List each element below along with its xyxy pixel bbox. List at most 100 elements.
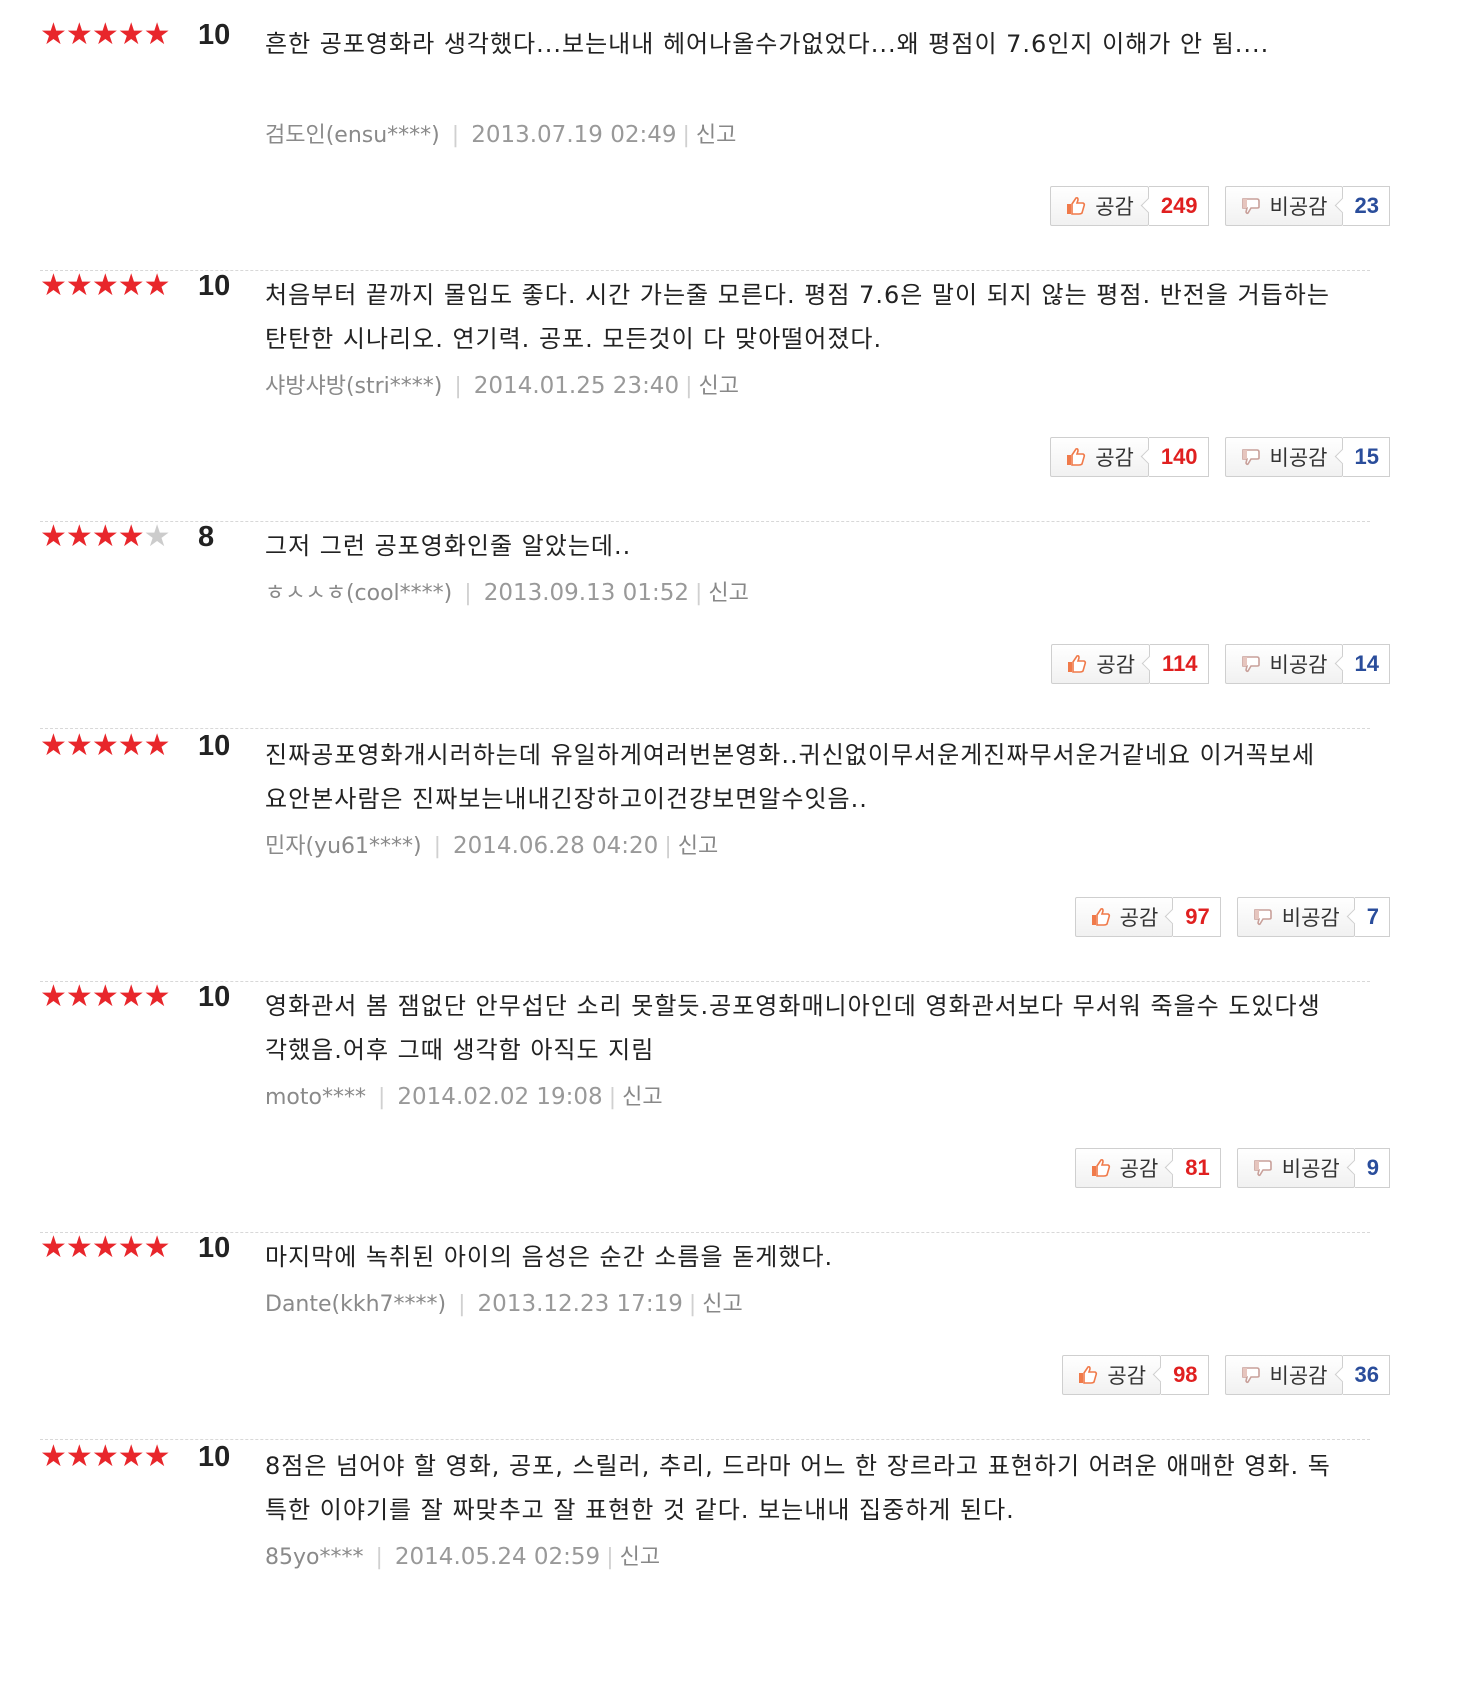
review-meta: 민자(yu61****) | 2014.06.28 04:20 | 신고 — [265, 831, 718, 862]
star-rating: ★★★★★ — [40, 728, 171, 763]
nonsympathy-button[interactable]: 비공감 — [1236, 897, 1355, 937]
reviewer-name[interactable]: Dante(kkh7****) — [265, 1292, 446, 1317]
sympathy-count: 98 — [1161, 1355, 1209, 1395]
star-filled-icon: ★ — [143, 979, 171, 1014]
star-filled-icon: ★ — [117, 979, 145, 1014]
star-filled-icon: ★ — [65, 268, 93, 303]
review-text: 처음부터 끝까지 몰입도 좋다. 시간 가는줄 모른다. 평점 7.6은 말이 … — [265, 281, 1330, 353]
nonsympathy-button[interactable]: 비공감 — [1224, 437, 1343, 477]
sympathy-button[interactable]: 공감 — [1074, 1148, 1174, 1188]
review-text: 8점은 넘어야 할 영화, 공포, 스릴러, 추리, 드라마 어느 한 장르라고… — [265, 1452, 1331, 1524]
review-meta: 샤방샤방(stri****) | 2014.01.25 23:40 | 신고 — [265, 371, 739, 402]
thumbs-up-icon — [1065, 195, 1087, 217]
report-link[interactable]: 신고 — [702, 1292, 742, 1317]
divider-bar: | — [685, 374, 693, 399]
star-filled-icon: ★ — [40, 1230, 67, 1265]
sympathy-label: 공감 — [1107, 1364, 1147, 1388]
star-filled-icon: ★ — [117, 519, 145, 554]
review-item: ★★★★★ 10 진짜공포영화개시러하는데 유일하게여러번본영화..귀신없이무서운게… — [0, 711, 1470, 982]
rating-score: 10 — [198, 19, 231, 51]
sympathy-button[interactable]: 공감 — [1051, 644, 1151, 684]
rating-score: 10 — [198, 1232, 231, 1264]
nonsympathy-button[interactable]: 비공감 — [1224, 644, 1343, 684]
divider-bar: | — [451, 123, 460, 148]
star-filled-icon: ★ — [117, 268, 145, 303]
sympathy-label: 공감 — [1119, 1157, 1159, 1181]
star-filled-icon: ★ — [117, 1439, 145, 1474]
sympathy-button[interactable]: 공감 — [1062, 1355, 1162, 1395]
reviewer-name[interactable]: ㅎㅅㅅㅎ(cool****) — [265, 581, 452, 606]
reviewer-name[interactable]: 샤방샤방(stri****) — [265, 374, 442, 399]
report-link[interactable]: 신고 — [708, 581, 748, 606]
nonsympathy-label: 비공감 — [1269, 1364, 1328, 1388]
sympathy-count: 97 — [1173, 897, 1221, 937]
divider-bar: | — [606, 1545, 614, 1570]
thumbs-up-icon — [1077, 1364, 1099, 1386]
review-meta: 검도인(ensu****) | 2013.07.19 02:49 | 신고 — [265, 120, 736, 151]
vote-buttons: 공감 97 비공감 7 — [1074, 897, 1390, 937]
star-filled-icon: ★ — [91, 1230, 119, 1265]
report-link[interactable]: 신고 — [678, 834, 718, 859]
nonsympathy-button[interactable]: 비공감 — [1224, 186, 1343, 226]
review-date: 2014.06.28 04:20 — [453, 833, 659, 859]
nonsympathy-button[interactable]: 비공감 — [1236, 1148, 1355, 1188]
review-date: 2014.05.24 02:59 — [394, 1544, 601, 1570]
nonsympathy-count: 36 — [1342, 1355, 1390, 1395]
divider-bar: | — [664, 834, 672, 859]
sympathy-count: 249 — [1148, 186, 1209, 226]
nonsympathy-button[interactable]: 비공감 — [1224, 1355, 1343, 1395]
vote-buttons: 공감 140 비공감 15 — [1050, 437, 1390, 477]
star-filled-icon: ★ — [91, 519, 119, 554]
star-filled-icon: ★ — [65, 1439, 93, 1474]
star-filled-icon: ★ — [65, 979, 93, 1014]
sympathy-button[interactable]: 공감 — [1050, 186, 1149, 226]
nonsympathy-label: 비공감 — [1269, 446, 1328, 470]
star-filled-icon: ★ — [65, 728, 93, 763]
divider-bar: | — [688, 1292, 697, 1317]
nonsympathy-count: 9 — [1354, 1148, 1390, 1188]
reviewer-name[interactable]: 검도인(ensu****) — [265, 123, 440, 148]
rating-score: 10 — [198, 270, 231, 302]
nonsympathy-count: 14 — [1342, 644, 1390, 684]
star-empty-icon: ★ — [143, 519, 171, 554]
nonsympathy-label: 비공감 — [1269, 195, 1328, 219]
report-link[interactable]: 신고 — [696, 123, 736, 148]
star-rating: ★★★★★ — [40, 979, 171, 1014]
report-link[interactable]: 신고 — [620, 1545, 660, 1570]
sympathy-button[interactable]: 공감 — [1050, 437, 1149, 477]
star-filled-icon: ★ — [143, 1230, 171, 1265]
reviewer-name[interactable]: 민자(yu61****) — [265, 834, 422, 859]
thumbs-up-icon — [1090, 906, 1112, 928]
star-filled-icon: ★ — [40, 268, 67, 303]
sympathy-button[interactable]: 공감 — [1074, 897, 1174, 937]
thumbs-up-icon — [1090, 1157, 1112, 1179]
star-filled-icon: ★ — [40, 979, 67, 1014]
divider-bar: | — [608, 1085, 617, 1110]
divider-bar: | — [454, 374, 462, 399]
star-filled-icon: ★ — [65, 519, 93, 554]
sympathy-count: 114 — [1150, 644, 1209, 684]
thumbs-down-icon — [1252, 1157, 1274, 1179]
review-date: 2013.09.13 01:52 — [483, 580, 689, 606]
reviewer-name[interactable]: moto**** — [265, 1085, 366, 1110]
reviewer-name[interactable]: 85yo**** — [265, 1545, 363, 1570]
review-meta: ㅎㅅㅅㅎ(cool****) | 2013.09.13 01:52 | 신고 — [265, 578, 749, 609]
star-filled-icon: ★ — [40, 17, 67, 52]
review-text: 흔한 공포영화라 생각했다...보는내내 헤어나올수가없었다...왜 평점이 7… — [265, 30, 1270, 58]
star-rating: ★★★★★ — [40, 268, 171, 303]
report-link[interactable]: 신고 — [622, 1085, 662, 1110]
rating-score: 10 — [198, 730, 231, 762]
vote-buttons: 공감 114 비공감 14 — [1051, 644, 1390, 684]
sympathy-label: 공감 — [1095, 446, 1134, 470]
star-filled-icon: ★ — [65, 1230, 93, 1265]
divider-bar: | — [694, 581, 703, 606]
star-filled-icon: ★ — [40, 728, 67, 763]
thumbs-down-icon — [1240, 653, 1262, 675]
report-link[interactable]: 신고 — [699, 374, 739, 399]
divider-bar: | — [682, 123, 690, 148]
nonsympathy-label: 비공감 — [1281, 1157, 1340, 1181]
star-filled-icon: ★ — [117, 17, 145, 52]
